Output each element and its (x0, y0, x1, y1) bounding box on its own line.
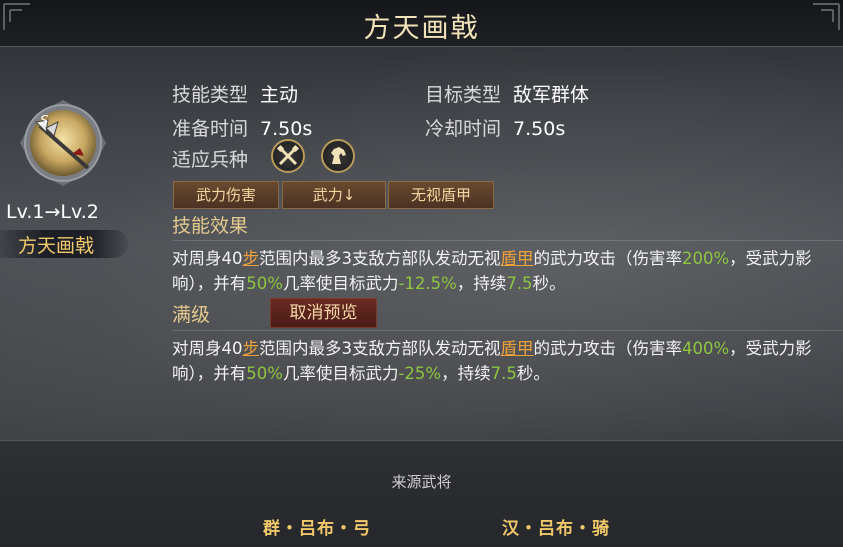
corner-ornament-right (813, 3, 840, 30)
source-label: 来源武将 (391, 473, 452, 491)
tag-martial-damage: 武力伤害 (173, 181, 279, 209)
effect-description: 对周身40步范围内最多3支敌方部队发动无视盾甲的武力攻击（伤害率200%，受武力… (172, 249, 812, 293)
keyword-armor[interactable]: 盾甲 (501, 339, 534, 358)
cooldown-value: 7.50s (513, 118, 566, 140)
skill-type-label: 技能类型 (172, 84, 249, 106)
source-general-2[interactable]: 汉・吕布・骑 (502, 514, 610, 539)
skill-type-value: 主动 (260, 84, 299, 106)
target-type-label: 目标类型 (425, 84, 502, 106)
cooldown-row: 冷却时间 7.50s (425, 114, 565, 141)
target-type-row: 目标类型 敌军群体 (425, 80, 589, 107)
cancel-preview-button[interactable]: 取消预览 (270, 298, 377, 328)
skill-name: 方天画戟 (18, 235, 95, 257)
cooldown-label: 冷却时间 (425, 118, 502, 140)
effect-title: 技能效果 (172, 215, 249, 237)
keyword-step[interactable]: 步 (243, 249, 260, 268)
prep-time-value: 7.50s (260, 118, 313, 140)
troops-label: 适应兵种 (172, 149, 249, 171)
page-title: 方天画戟 (363, 13, 480, 44)
svg-text:S: S (40, 114, 48, 129)
source-general-1[interactable]: 群・吕布・弓 (263, 514, 371, 539)
crossed-swords-icon[interactable] (271, 139, 305, 173)
skill-level: Lv.1→Lv.2 (6, 201, 99, 223)
max-level-description: 对周身40步范围内最多3支敌方部队发动无视盾甲的武力攻击（伤害率400%，受武力… (172, 339, 812, 383)
skill-icon[interactable]: S (18, 98, 108, 188)
halberd-icon: S (20, 100, 106, 186)
prep-time-label: 准备时间 (172, 118, 249, 140)
max-level-title: 满级 (172, 304, 211, 326)
title-bar: 方天画戟 (0, 0, 843, 47)
effect-divider (172, 240, 843, 241)
skill-type-row: 技能类型 主动 (172, 80, 298, 107)
troops-row: 适应兵种 (172, 145, 248, 172)
target-type-value: 敌军群体 (513, 84, 590, 106)
max-level-divider (172, 330, 843, 331)
keyword-step[interactable]: 步 (243, 339, 260, 358)
prep-time-row: 准备时间 7.50s (172, 114, 312, 141)
keyword-armor[interactable]: 盾甲 (501, 249, 534, 268)
tag-ignore-armor: 无视盾甲 (388, 181, 494, 209)
tag-martial-down: 武力↓ (282, 181, 386, 209)
source-panel: 来源武将 群・吕布・弓 汉・吕布・骑 (0, 440, 843, 547)
horse-icon[interactable] (321, 139, 355, 173)
